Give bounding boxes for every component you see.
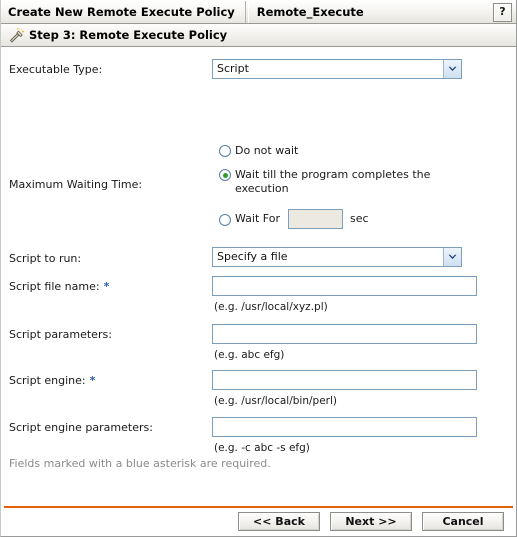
script-file-name-input[interactable] <box>212 276 477 296</box>
script-engine-hint: (e.g. /usr/local/bin/perl) <box>214 395 337 407</box>
executable-type-field: Script <box>212 59 462 79</box>
help-button[interactable]: ? <box>493 2 512 22</box>
footer-divider <box>4 506 513 508</box>
script-parameters-hint-text: (e.g. abc efg) <box>214 349 285 361</box>
step-title: Step 3: Remote Execute Policy <box>29 28 228 42</box>
row-executable-type: Executable Type: <box>9 63 102 76</box>
step-header: Step 3: Remote Execute Policy <box>1 24 516 47</box>
back-button[interactable]: << Back <box>238 512 320 531</box>
radio-do-not-wait-label: Do not wait <box>235 144 299 157</box>
wait-for-unit-label: sec <box>349 212 369 225</box>
row-script-engine: Script engine: * <box>9 374 95 387</box>
script-engine-hint-text: (e.g. /usr/local/bin/perl) <box>214 395 337 407</box>
script-file-name-field <box>212 276 477 296</box>
row-maximum-waiting-time: Maximum Waiting Time: <box>9 178 142 191</box>
form-body: Executable Type: Script Maximum Waiting … <box>1 47 516 496</box>
tab-create-new-remote-execute-policy[interactable]: Create New Remote Execute Policy <box>1 1 246 23</box>
script-parameters-label: Script parameters: <box>9 328 112 341</box>
script-parameters-hint: (e.g. abc efg) <box>214 349 284 361</box>
script-engine-input[interactable] <box>212 370 477 390</box>
window-titlebar: Create New Remote Execute Policy Remote_… <box>1 0 516 24</box>
radio-wait-till-complete-label: Wait till the program completes the exec… <box>235 168 431 195</box>
script-engine-parameters-hint: (e.g. -c abc -s efg) <box>214 442 310 454</box>
script-engine-field <box>212 370 477 390</box>
magic-wand-icon <box>8 27 24 43</box>
executable-type-select[interactable]: Script <box>212 59 462 79</box>
required-fields-note: Fields marked with a blue asterisk are r… <box>9 457 271 470</box>
radio-wait-for[interactable] <box>219 213 231 226</box>
maximum-waiting-time-label: Maximum Waiting Time: <box>9 178 143 191</box>
row-script-parameters: Script parameters: <box>9 328 112 341</box>
cancel-button[interactable]: Cancel <box>422 512 504 531</box>
script-to-run-label: Script to run: <box>9 252 82 265</box>
radio-option-wait-till-complete[interactable]: Wait till the program completes the exec… <box>219 168 459 196</box>
script-engine-parameters-input[interactable] <box>212 417 477 437</box>
script-engine-parameters-label: Script engine parameters: <box>9 421 153 434</box>
script-file-name-hint-text: (e.g. /usr/local/xyz.pl) <box>214 301 328 313</box>
tab-primary-label: Create New Remote Execute Policy <box>8 5 235 19</box>
radio-do-not-wait[interactable] <box>219 145 231 157</box>
script-file-name-hint: (e.g. /usr/local/xyz.pl) <box>214 301 328 313</box>
row-script-file-name: Script file name: * <box>9 280 109 293</box>
executable-type-label: Executable Type: <box>9 63 103 76</box>
wait-for-seconds-input[interactable] <box>287 209 343 229</box>
script-file-name-label: Script file name: <box>9 280 100 293</box>
script-parameters-input[interactable] <box>212 324 477 344</box>
required-asterisk: * <box>89 374 96 387</box>
radio-option-do-not-wait[interactable]: Do not wait <box>219 144 298 158</box>
script-to-run-select[interactable]: Specify a file <box>212 247 462 267</box>
row-script-to-run: Script to run: <box>9 252 81 265</box>
required-asterisk: * <box>103 280 110 293</box>
row-script-engine-parameters: Script engine parameters: <box>9 421 153 434</box>
tab-secondary-label: Remote_Execute <box>256 5 364 19</box>
radio-option-wait-for[interactable]: Wait For sec <box>219 209 369 229</box>
tab-remote-execute[interactable]: Remote_Execute <box>247 1 493 23</box>
script-engine-parameters-hint-text: (e.g. -c abc -s efg) <box>214 442 310 454</box>
script-engine-parameters-field <box>212 417 477 437</box>
script-to-run-field: Specify a file <box>212 247 462 267</box>
next-button[interactable]: Next >> <box>330 512 412 531</box>
footer-buttons: << Back Next >> Cancel <box>1 512 516 537</box>
wizard-window: Create New Remote Execute Policy Remote_… <box>0 0 517 537</box>
radio-wait-for-label: Wait For <box>235 212 280 225</box>
script-engine-label: Script engine: <box>9 374 86 387</box>
script-parameters-field <box>212 324 477 344</box>
radio-wait-till-complete[interactable] <box>219 169 231 181</box>
